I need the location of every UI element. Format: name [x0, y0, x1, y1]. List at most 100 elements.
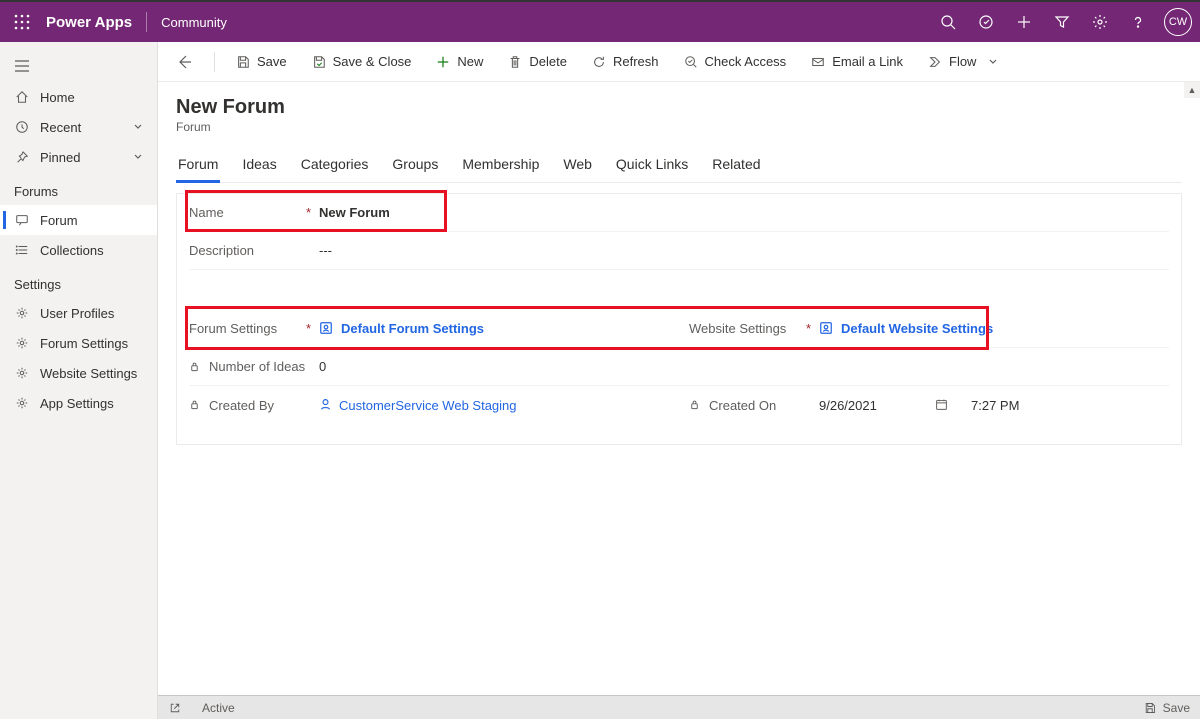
avatar[interactable]: CW [1164, 8, 1192, 36]
save-button[interactable]: Save [225, 49, 297, 75]
tab-categories[interactable]: Categories [299, 150, 371, 182]
nav-pinned-label: Pinned [40, 150, 80, 165]
scroll-up-icon[interactable]: ▲ [1184, 82, 1200, 98]
save-close-label: Save & Close [333, 54, 412, 69]
field-description-row: Description --- [189, 232, 1169, 270]
nav-user-profiles[interactable]: User Profiles [0, 298, 157, 328]
website-settings-field[interactable]: Default Website Settings [819, 321, 1169, 337]
flow-icon [927, 54, 943, 70]
nav-section-forums: Forums [0, 172, 157, 205]
nav-forum[interactable]: Forum [0, 205, 157, 235]
main-area: Save Save & Close New Delete Refresh Che… [158, 42, 1200, 719]
section-gap [189, 270, 1169, 310]
environment-name[interactable]: Community [161, 15, 227, 30]
nav-pinned[interactable]: Pinned [0, 142, 157, 172]
nav-home[interactable]: Home [0, 82, 157, 112]
app-launcher-icon[interactable] [8, 8, 36, 36]
gear-icon [14, 335, 30, 351]
email-icon [810, 54, 826, 70]
tab-membership[interactable]: Membership [460, 150, 541, 182]
delete-button[interactable]: Delete [497, 49, 577, 75]
nav-section-settings: Settings [0, 265, 157, 298]
nav-collections[interactable]: Collections [0, 235, 157, 265]
email-link-button[interactable]: Email a Link [800, 49, 913, 75]
header-divider [146, 12, 147, 32]
save-close-button[interactable]: Save & Close [301, 49, 422, 75]
lookup-icon [319, 321, 335, 337]
filter-icon[interactable] [1044, 4, 1080, 40]
name-field[interactable]: New Forum [319, 205, 1169, 220]
command-bar: Save Save & Close New Delete Refresh Che… [158, 42, 1200, 82]
created-by-value: CustomerService Web Staging [339, 398, 517, 413]
calendar-icon [935, 398, 949, 412]
tab-web[interactable]: Web [561, 150, 594, 182]
forum-settings-field[interactable]: Default Forum Settings [319, 321, 669, 337]
content-area: New Forum Forum Forum Ideas Categories G… [158, 82, 1200, 695]
app-name: Power Apps [46, 14, 132, 31]
forum-settings-value: Default Forum Settings [341, 321, 484, 336]
new-button[interactable]: New [425, 49, 493, 75]
nav-forum-settings-label: Forum Settings [40, 336, 128, 351]
field-settings-row: Forum Settings * Default Forum Settings … [189, 310, 1169, 348]
gear-icon[interactable] [1082, 4, 1118, 40]
lock-icon [189, 361, 201, 373]
required-indicator: * [306, 321, 311, 336]
nav-website-settings[interactable]: Website Settings [0, 358, 157, 388]
new-label: New [457, 54, 483, 69]
created-by-field[interactable]: CustomerService Web Staging [319, 398, 669, 413]
refresh-button[interactable]: Refresh [581, 49, 669, 75]
flow-button[interactable]: Flow [917, 49, 1008, 75]
nav-app-settings[interactable]: App Settings [0, 388, 157, 418]
description-field[interactable]: --- [319, 243, 1169, 258]
chevron-down-icon [988, 57, 998, 67]
tab-forum[interactable]: Forum [176, 150, 220, 182]
required-indicator: * [806, 321, 811, 336]
save-label: Save [257, 54, 287, 69]
nav-forum-settings[interactable]: Forum Settings [0, 328, 157, 358]
number-ideas-field: 0 [319, 359, 1169, 374]
help-icon[interactable] [1120, 4, 1156, 40]
pin-icon [14, 149, 30, 165]
nav-user-profiles-label: User Profiles [40, 306, 114, 321]
person-icon [319, 398, 333, 412]
number-ideas-label: Number of Ideas [209, 359, 305, 374]
tab-related[interactable]: Related [710, 150, 762, 182]
page-subtitle: Forum [176, 120, 1182, 134]
field-name-row: Name * New Forum [189, 194, 1169, 232]
cmd-divider [214, 52, 215, 72]
back-button[interactable] [168, 49, 200, 75]
gear-icon [14, 395, 30, 411]
nav-home-label: Home [40, 90, 75, 105]
nav-recent[interactable]: Recent [0, 112, 157, 142]
nav-website-settings-label: Website Settings [40, 366, 137, 381]
task-icon[interactable] [968, 4, 1004, 40]
check-access-icon [683, 54, 699, 70]
nav-collections-label: Collections [40, 243, 104, 258]
created-on-date: 9/26/2021 [819, 398, 929, 413]
lock-icon [689, 399, 701, 411]
save-icon [1143, 701, 1157, 715]
plus-icon [435, 54, 451, 70]
website-settings-label: Website Settings [689, 321, 786, 336]
hamburger-icon[interactable] [0, 50, 157, 82]
check-access-label: Check Access [705, 54, 787, 69]
lookup-icon [819, 321, 835, 337]
tab-quick-links[interactable]: Quick Links [614, 150, 690, 182]
add-icon[interactable] [1006, 4, 1042, 40]
field-number-ideas-row: Number of Ideas 0 [189, 348, 1169, 386]
tab-groups[interactable]: Groups [390, 150, 440, 182]
created-on-time: 7:27 PM [971, 398, 1019, 413]
flow-label: Flow [949, 54, 976, 69]
forum-settings-label: Forum Settings [189, 321, 277, 336]
save-icon [235, 54, 251, 70]
status-save-button[interactable]: Save [1143, 701, 1190, 715]
required-indicator: * [306, 205, 311, 220]
nav-app-settings-label: App Settings [40, 396, 114, 411]
home-icon [14, 89, 30, 105]
list-icon [14, 242, 30, 258]
search-icon[interactable] [930, 4, 966, 40]
popout-icon[interactable] [168, 701, 182, 715]
tab-ideas[interactable]: Ideas [240, 150, 278, 182]
check-access-button[interactable]: Check Access [673, 49, 797, 75]
trash-icon [507, 54, 523, 70]
